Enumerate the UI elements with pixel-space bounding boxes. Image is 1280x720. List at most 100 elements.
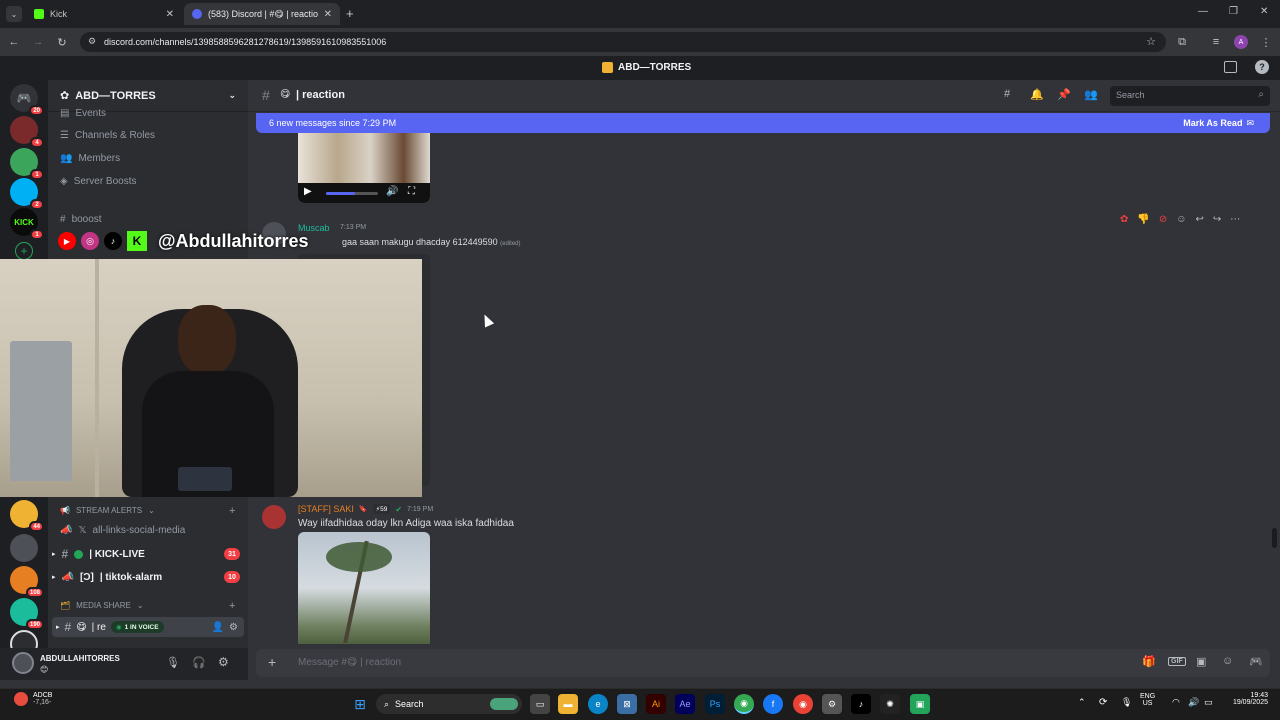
- server-icon-7[interactable]: 190: [10, 598, 44, 630]
- forward-icon[interactable]: ↪: [1213, 214, 1221, 225]
- photoshop-icon[interactable]: Ps: [705, 694, 725, 714]
- message-avatar[interactable]: [262, 505, 286, 529]
- sticker-icon[interactable]: ▣: [1196, 655, 1206, 668]
- message-author[interactable]: [STAFF] SAKI: [298, 504, 354, 514]
- wifi-icon[interactable]: ◠: [1172, 697, 1180, 708]
- close-icon[interactable]: ✕: [324, 9, 332, 20]
- avatar[interactable]: [12, 652, 34, 674]
- close-icon[interactable]: ✕: [166, 9, 174, 20]
- server-icon-4[interactable]: 44: [10, 500, 44, 532]
- chrome-profile-icon[interactable]: ◉: [793, 694, 813, 714]
- add-reaction-icon[interactable]: ☺: [1176, 214, 1186, 225]
- tab-discord[interactable]: (583) Discord | #😋 | reaction | ✕: [184, 3, 340, 25]
- star-icon[interactable]: ☆: [1146, 35, 1156, 48]
- window-close-button[interactable]: ✕: [1260, 6, 1268, 17]
- back-button[interactable]: ←: [6, 34, 22, 50]
- pin-icon[interactable]: 📌: [1057, 88, 1071, 101]
- sidebar-item-server-boosts[interactable]: ◈ Server Boosts: [60, 176, 137, 187]
- gear-icon[interactable]: ⚙: [229, 622, 238, 633]
- tiktok-app-icon[interactable]: ♪: [851, 694, 871, 714]
- battery-icon[interactable]: ▭: [1204, 697, 1213, 708]
- extensions-icon[interactable]: ⧉: [1174, 34, 1190, 50]
- reply-icon[interactable]: ↩: [1195, 214, 1203, 225]
- task-view-icon[interactable]: ▭: [530, 694, 550, 714]
- channel-kick-live[interactable]: ▸ # | KICK-LIVE 31: [52, 545, 244, 563]
- threads-icon[interactable]: #: [1004, 88, 1010, 100]
- inbox-icon[interactable]: [1224, 61, 1237, 73]
- channel-booost[interactable]: # booost: [60, 214, 102, 225]
- sidebar-item-channels-roles[interactable]: ☰ Channels & Roles: [60, 130, 155, 141]
- minimize-button[interactable]: —: [1198, 6, 1208, 17]
- add-attachment-icon[interactable]: +: [268, 654, 276, 670]
- green-app-icon[interactable]: ▣: [910, 694, 930, 714]
- microphone-icon[interactable]: 🎙: [166, 656, 180, 669]
- add-server-button[interactable]: +: [15, 242, 33, 260]
- site-info-icon[interactable]: ⚙: [88, 36, 96, 47]
- start-button[interactable]: ⊞: [350, 694, 370, 714]
- store-icon[interactable]: ⊠: [617, 694, 637, 714]
- video-attachment[interactable]: ▶ 🔊 ⛶: [298, 133, 430, 203]
- mic-tray-icon[interactable]: 🎙: [1121, 697, 1132, 708]
- server-icon-5[interactable]: [10, 534, 38, 562]
- settings-app-icon[interactable]: ⚙: [822, 694, 842, 714]
- tray-chevron-icon[interactable]: ⌃: [1078, 697, 1086, 708]
- illustrator-icon[interactable]: Ai: [646, 694, 666, 714]
- file-explorer-icon[interactable]: ▬: [558, 694, 578, 714]
- openai-icon[interactable]: ✺: [880, 694, 900, 714]
- language-indicator[interactable]: ENG US: [1140, 693, 1155, 707]
- media-controls-icon[interactable]: ≡: [1208, 34, 1224, 50]
- clock[interactable]: 19:43 19/09/2025: [1222, 692, 1268, 706]
- apps-icon[interactable]: 🎮: [1249, 655, 1263, 668]
- gif-icon[interactable]: GIF: [1168, 657, 1186, 666]
- volume-icon[interactable]: 🔊: [386, 186, 398, 197]
- reload-button[interactable]: ↻: [54, 34, 70, 50]
- server-icon-1[interactable]: 4: [10, 116, 44, 148]
- new-messages-bar[interactable]: 6 new messages since 7:29 PM Mark As Rea…: [256, 113, 1270, 133]
- emoji-picker-icon[interactable]: ☺: [1222, 655, 1233, 667]
- weather-widget[interactable]: ADCB -7,16-: [14, 692, 52, 706]
- gift-icon[interactable]: 🎁: [1142, 655, 1156, 668]
- sidebar-item-members[interactable]: 👥 Members: [60, 153, 120, 164]
- after-effects-icon[interactable]: Ae: [675, 694, 695, 714]
- help-icon[interactable]: ?: [1255, 60, 1269, 74]
- forward-button[interactable]: →: [30, 34, 46, 50]
- tab-kick[interactable]: Kick ✕: [26, 3, 182, 25]
- search-input[interactable]: Search ⌕: [1110, 86, 1270, 106]
- server-icon-2[interactable]: 1: [10, 148, 44, 180]
- bell-icon[interactable]: 🔔: [1030, 88, 1044, 101]
- edge-icon[interactable]: e: [588, 694, 608, 714]
- message-composer[interactable]: + Message #😋 | reaction 🎁 GIF ▣ ☺ 🎮: [256, 649, 1270, 677]
- members-list-icon[interactable]: 👥: [1084, 88, 1098, 101]
- server-icon-kick[interactable]: KICK 1: [10, 208, 44, 240]
- direct-messages-button[interactable]: 🎮 20: [10, 84, 44, 116]
- tab-search-button[interactable]: ⌄: [6, 6, 22, 22]
- no-entry-icon[interactable]: ⊘: [1159, 214, 1167, 225]
- mark-as-read-button[interactable]: Mark As Read ✉: [1183, 118, 1254, 129]
- scrollbar[interactable]: [1272, 528, 1277, 548]
- more-options-icon[interactable]: ⋯: [1230, 214, 1240, 225]
- category-stream-alerts[interactable]: 📢 STREAM ALERTS ⌄: [60, 506, 155, 515]
- reaction-icon[interactable]: ✿: [1120, 214, 1128, 225]
- add-channel-icon[interactable]: +: [229, 600, 235, 612]
- channel-all-links[interactable]: 📣 𝕏 all-links-social-media: [60, 525, 185, 536]
- taskbar-search[interactable]: ⌕ Search: [376, 694, 522, 714]
- browser-menu-icon[interactable]: ⋮: [1258, 34, 1274, 50]
- category-media-share[interactable]: 🗂 MEDIA SHARE ⌄: [60, 601, 144, 610]
- thumbs-down-icon[interactable]: 👎: [1137, 214, 1149, 225]
- facebook-icon[interactable]: f: [763, 694, 783, 714]
- add-member-icon[interactable]: 👤: [212, 622, 224, 633]
- server-icon-6[interactable]: 108: [10, 566, 44, 598]
- image-attachment[interactable]: [298, 532, 430, 644]
- profile-avatar[interactable]: A: [1234, 35, 1248, 49]
- headphones-icon[interactable]: 🎧: [192, 656, 206, 669]
- video-progress-bar[interactable]: [326, 192, 378, 195]
- chrome-icon[interactable]: ◉: [734, 694, 754, 714]
- sync-icon[interactable]: ⟳: [1099, 697, 1107, 708]
- server-icon-3[interactable]: 2: [10, 178, 44, 210]
- sidebar-item-events[interactable]: ▤ Events: [60, 108, 106, 119]
- fullscreen-icon[interactable]: ⛶: [408, 186, 415, 197]
- volume-tray-icon[interactable]: 🔊: [1188, 697, 1199, 708]
- settings-icon[interactable]: ⚙: [218, 655, 229, 669]
- new-tab-button[interactable]: +: [346, 6, 354, 21]
- maximize-button[interactable]: ❐: [1229, 6, 1238, 17]
